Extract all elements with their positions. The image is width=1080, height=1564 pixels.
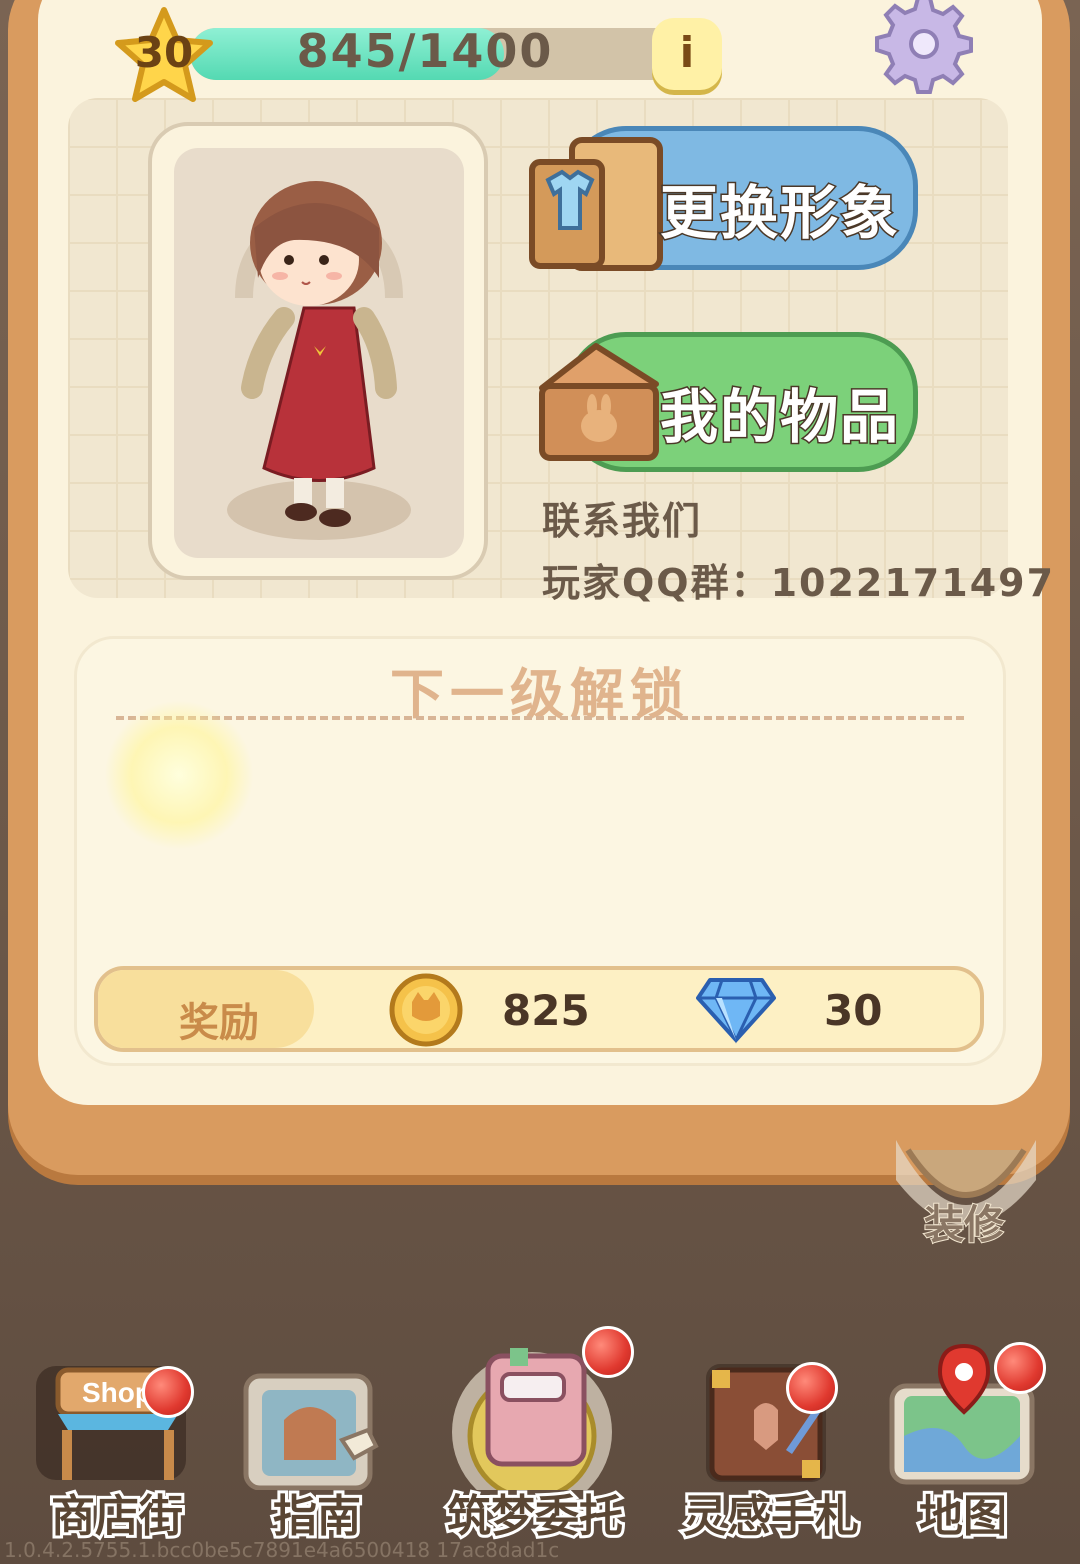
guide-book-icon bbox=[243, 1373, 379, 1491]
nav-map[interactable]: 地图 bbox=[868, 1340, 1058, 1545]
diamond-amount: 30 bbox=[824, 986, 883, 1035]
coin-icon bbox=[389, 973, 463, 1047]
nav-label: 灵感手札 bbox=[680, 1488, 862, 1545]
version-text: 1.0.4.2.5755.1.bcc0be5c7891e4a6500418 17… bbox=[4, 1538, 560, 1562]
nav-label: 商店街 bbox=[48, 1488, 186, 1545]
nav-shop-street[interactable]: Shop 商店街 bbox=[22, 1340, 212, 1545]
notification-dot bbox=[142, 1366, 194, 1418]
nav-dream-commission[interactable]: 筑梦委托 bbox=[440, 1326, 634, 1545]
nav-guide[interactable]: 指南 bbox=[222, 1340, 412, 1545]
contact-title: 联系我们 bbox=[542, 499, 703, 543]
notification-dot bbox=[582, 1326, 634, 1378]
xp-text: 845/1400 bbox=[296, 24, 554, 78]
notification-dot bbox=[994, 1342, 1046, 1394]
nav-label: 指南 bbox=[270, 1488, 364, 1545]
divider bbox=[116, 716, 964, 720]
sparkle-effect bbox=[104, 700, 254, 850]
avatar-portrait bbox=[174, 148, 464, 558]
shop-icon: Shop bbox=[36, 1366, 186, 1480]
settings-gear-icon[interactable] bbox=[874, 0, 974, 94]
level-number: 30 bbox=[134, 28, 194, 77]
avatar-card bbox=[148, 122, 488, 580]
inspiration-book-icon bbox=[706, 1364, 826, 1482]
reward-label: 奖励 bbox=[179, 1000, 259, 1046]
item-box-icon bbox=[539, 343, 659, 461]
change-look-label: 更换形象 bbox=[658, 178, 901, 249]
diamond-icon bbox=[696, 978, 776, 1044]
nav-label: 筑梦委托 bbox=[444, 1488, 626, 1545]
wardrobe-icon bbox=[529, 137, 663, 271]
nav-label: 地图 bbox=[916, 1488, 1010, 1545]
notification-dot bbox=[786, 1362, 838, 1414]
my-items-label: 我的物品 bbox=[658, 382, 901, 453]
nav-inspiration-notes[interactable]: 灵感手札 bbox=[676, 1340, 866, 1545]
info-button[interactable]: i bbox=[652, 18, 722, 90]
decorate-label: 装修 bbox=[923, 1201, 1005, 1249]
qq-group-text: 玩家QQ群：1022171497 bbox=[542, 561, 1056, 605]
coin-amount: 825 bbox=[502, 986, 590, 1035]
character-avatar-icon bbox=[227, 181, 411, 540]
